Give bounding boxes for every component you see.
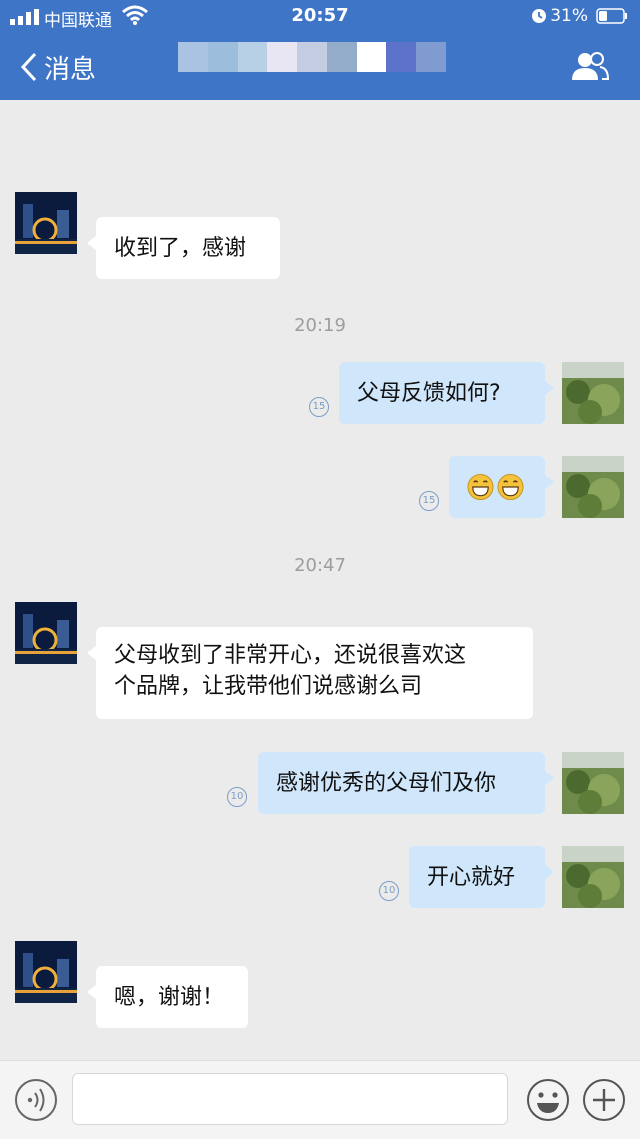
message-text-line: 父母收到了非常开心，还说很喜欢这 — [114, 643, 467, 668]
received-message[interactable]: 嗯，谢谢！ — [87, 966, 248, 1028]
received-message[interactable]: 收到了，感谢 — [87, 217, 280, 279]
mosaic-block — [356, 42, 387, 72]
mosaic-block — [237, 42, 268, 72]
grin-emoji-icon — [467, 473, 494, 501]
chevron-left-icon — [20, 52, 37, 82]
mosaic-block — [326, 42, 357, 72]
back-label: 消息 — [44, 54, 97, 85]
input-bar — [0, 1060, 640, 1139]
message-text: 父母反馈如何? — [357, 380, 501, 406]
mosaic-masked-title — [178, 42, 447, 72]
read-count-badge: 10 — [227, 787, 247, 807]
status-bar: 中国联通 20:57 31% — [0, 0, 640, 32]
nav-bar: 消息 — [0, 40, 640, 95]
battery-icon — [596, 8, 627, 24]
my-avatar[interactable] — [562, 362, 624, 424]
contact-avatar[interactable] — [15, 192, 77, 254]
mosaic-block — [416, 42, 447, 72]
message-text: 嗯，谢谢！ — [114, 984, 225, 1010]
grin-emoji-icon — [497, 473, 524, 501]
sent-message[interactable]: 父母反馈如何? — [339, 362, 554, 424]
read-count-badge: 10 — [379, 881, 399, 901]
message-text: 收到了，感谢 — [114, 235, 247, 261]
read-count-badge: 15 — [309, 397, 329, 417]
my-avatar[interactable] — [562, 456, 624, 518]
my-avatar[interactable] — [562, 752, 624, 814]
read-count-badge: 15 — [419, 491, 439, 511]
sent-message[interactable]: 感谢优秀的父母们及你 — [258, 752, 554, 814]
mosaic-block — [386, 42, 417, 72]
my-avatar[interactable] — [562, 846, 624, 908]
sent-message[interactable] — [449, 456, 554, 518]
message-input[interactable] — [72, 1073, 508, 1125]
message-text: 开心就好 — [427, 864, 516, 890]
back-button[interactable]: 消息 — [20, 50, 97, 85]
group-members-icon[interactable] — [568, 50, 610, 82]
timestamp: 20:19 — [294, 315, 346, 336]
voice-input-icon[interactable] — [14, 1078, 58, 1122]
alarm-icon — [532, 9, 546, 23]
timestamp: 20:47 — [294, 555, 346, 576]
received-message[interactable]: 父母收到了非常开心，还说很喜欢这 个品牌，让我带他们说感谢么司 — [87, 627, 533, 719]
mosaic-block — [297, 42, 327, 72]
mosaic-block — [207, 42, 238, 72]
message-text-line: 个品牌，让我带他们说感谢么司 — [114, 674, 423, 699]
plus-icon[interactable] — [582, 1078, 626, 1122]
message-text: 感谢优秀的父母们及你 — [276, 770, 497, 796]
contact-avatar[interactable] — [15, 941, 77, 1003]
mosaic-block — [267, 42, 298, 72]
battery-percent: 31% — [550, 6, 588, 26]
top-bar: 中国联通 20:57 31% 消息 — [0, 0, 640, 100]
emoji-picker-icon[interactable] — [526, 1078, 570, 1122]
mosaic-block — [178, 42, 208, 72]
contact-avatar[interactable] — [15, 602, 77, 664]
sent-message[interactable]: 开心就好 — [409, 846, 554, 908]
